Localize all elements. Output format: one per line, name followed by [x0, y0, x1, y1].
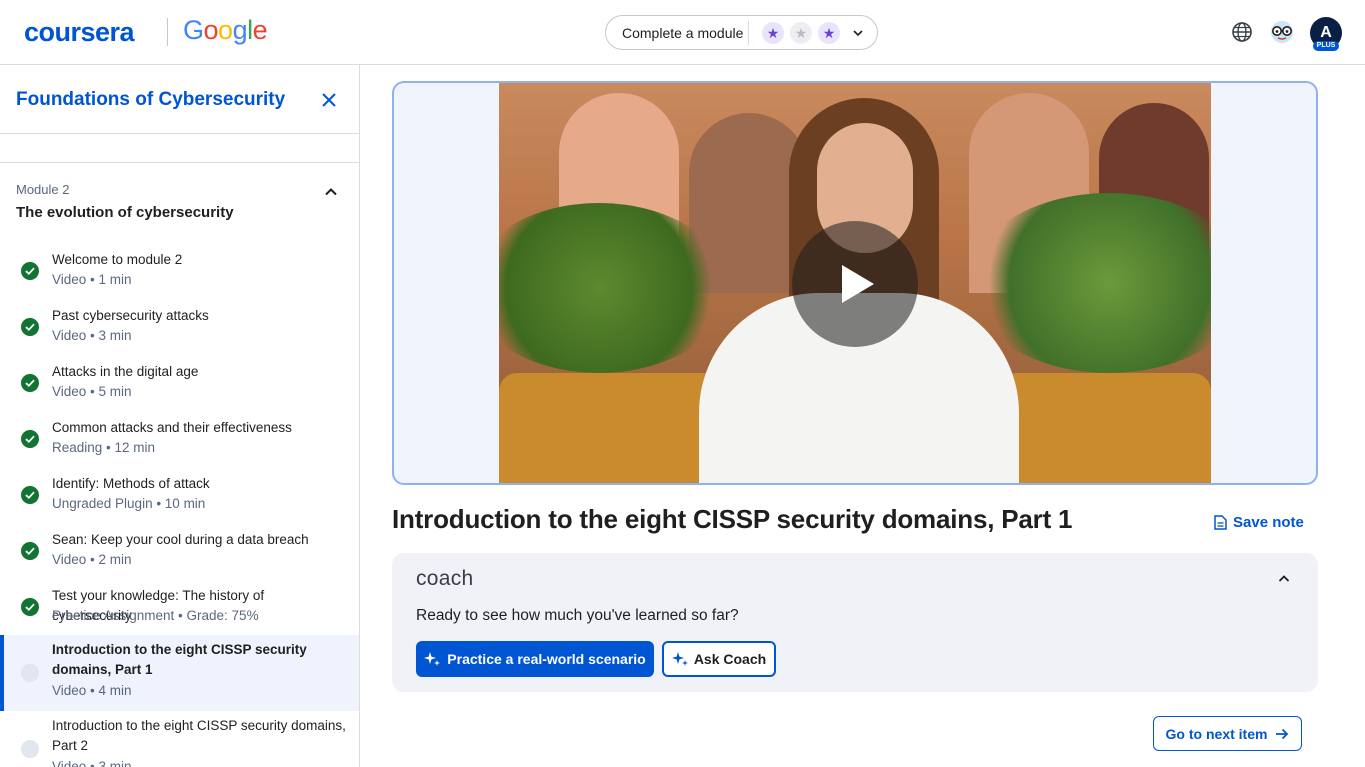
- page-title: Introduction to the eight CISSP security…: [392, 504, 1073, 534]
- incomplete-circle-icon: [21, 664, 39, 682]
- next-item-button[interactable]: Go to next item: [1153, 716, 1302, 751]
- logo-divider: [167, 18, 168, 46]
- sidebar-item[interactable]: Introduction to the eight CISSP security…: [0, 635, 359, 711]
- arrow-right-icon: [1276, 728, 1289, 739]
- google-logo-letter: o: [218, 15, 233, 45]
- coach-prompt: Ready to see how much you've learned so …: [416, 607, 739, 624]
- save-note-label: Save note: [1233, 513, 1304, 531]
- chevron-up-icon[interactable]: [1276, 571, 1292, 587]
- goal-label: Complete a module: [622, 25, 744, 41]
- practice-scenario-button[interactable]: Practice a real-world scenario: [416, 641, 654, 677]
- learning-goal-pill[interactable]: Complete a module ★ ★ ★: [605, 15, 878, 50]
- check-circle-icon: [21, 262, 39, 280]
- module-label: Module 2: [16, 182, 70, 197]
- sparkle-icon: [424, 652, 441, 666]
- ask-coach-label: Ask Coach: [693, 651, 767, 667]
- check-circle-icon: [21, 542, 39, 560]
- sidebar-item[interactable]: Test your knowledge: The history of cybe…: [0, 581, 359, 635]
- module-name: The evolution of cybersecurity: [16, 204, 234, 221]
- sidebar-item-title: Attacks in the digital age: [52, 364, 199, 379]
- google-logo-letter: G: [183, 15, 204, 45]
- practice-scenario-label: Practice a real-world scenario: [447, 651, 646, 667]
- ask-coach-button[interactable]: Ask Coach: [662, 641, 776, 677]
- sidebar-item-title: Welcome to module 2: [52, 252, 183, 267]
- star-icon: ★: [818, 22, 840, 44]
- star-icon: ★: [790, 22, 812, 44]
- sidebar-item-title: Past cybersecurity attacks: [52, 308, 209, 323]
- sidebar-item[interactable]: Attacks in the digital age Video • 5 min: [0, 357, 359, 413]
- course-title[interactable]: Foundations of Cybersecurity: [16, 89, 285, 111]
- google-logo-letter: g: [232, 15, 248, 45]
- check-circle-icon: [21, 430, 39, 448]
- globe-icon[interactable]: [1230, 20, 1254, 44]
- sidebar-item[interactable]: Welcome to module 2 Video • 1 min: [0, 245, 359, 301]
- sidebar-item-meta: Reading • 12 min: [52, 440, 156, 455]
- sidebar-item-title: Sean: Keep your cool during a data breac…: [52, 532, 309, 547]
- course-outline-sidebar: Foundations of Cybersecurity Module 2 Th…: [0, 65, 360, 767]
- star-icon: ★: [762, 22, 784, 44]
- background-sofa: [499, 373, 729, 483]
- video-player[interactable]: [392, 81, 1318, 485]
- save-note-button[interactable]: Save note: [1214, 512, 1304, 532]
- goal-divider: [748, 21, 749, 45]
- sidebar-item-meta: Video • 4 min: [52, 683, 132, 698]
- google-logo-letter: e: [252, 15, 268, 45]
- next-item-label: Go to next item: [1165, 725, 1268, 742]
- background-sofa: [999, 373, 1211, 483]
- check-circle-icon: [21, 598, 39, 616]
- play-button[interactable]: [792, 221, 918, 347]
- sidebar-item-title: Common attacks and their effectiveness: [52, 420, 292, 435]
- sidebar-item[interactable]: Introduction to the eight CISSP security…: [0, 711, 359, 767]
- coursera-logo[interactable]: coursera: [24, 17, 135, 48]
- divider: [0, 162, 359, 163]
- divider: [0, 133, 359, 134]
- check-circle-icon: [21, 374, 39, 392]
- incomplete-circle-icon: [21, 740, 39, 758]
- avatar-initial: A: [1320, 24, 1332, 41]
- top-bar: coursera Google Complete a module ★ ★ ★ …: [0, 0, 1365, 65]
- sidebar-item-meta: Video • 3 min: [52, 328, 132, 343]
- video-frame-image[interactable]: [499, 83, 1211, 483]
- sidebar-item-meta: Ungraded Plugin • 10 min: [52, 496, 206, 511]
- coach-panel: coach Ready to see how much you've learn…: [392, 553, 1318, 692]
- close-icon[interactable]: [318, 89, 340, 111]
- sparkle-icon: [671, 652, 688, 666]
- sidebar-item[interactable]: Sean: Keep your cool during a data breac…: [0, 525, 359, 581]
- sidebar-item-meta: Video • 1 min: [52, 272, 132, 287]
- chevron-down-icon: [853, 30, 863, 37]
- sidebar-item[interactable]: Identify: Methods of attack Ungraded Plug…: [0, 469, 359, 525]
- sidebar-item-meta: Video • 3 min: [52, 759, 132, 767]
- play-icon: [842, 265, 874, 303]
- check-circle-icon: [21, 486, 39, 504]
- sidebar-item[interactable]: Past cybersecurity attacks Video • 3 min: [0, 301, 359, 357]
- sidebar-item[interactable]: Common attacks and their effectiveness Re…: [0, 413, 359, 469]
- note-icon: [1214, 514, 1227, 530]
- sidebar-item-title: Introduction to the eight CISSP security…: [52, 642, 307, 677]
- plus-badge: PLUS: [1313, 41, 1339, 51]
- sidebar-item-meta: Video • 5 min: [52, 384, 132, 399]
- google-logo-letter: o: [203, 15, 219, 45]
- coach-logo: coach: [416, 567, 474, 590]
- sidebar-item-meta: Video • 2 min: [52, 552, 132, 567]
- sidebar-item-title: Identify: Methods of attack: [52, 476, 210, 491]
- coach-glasses-icon[interactable]: [1269, 20, 1295, 44]
- check-circle-icon: [21, 318, 39, 336]
- google-logo[interactable]: Google: [183, 15, 268, 46]
- sidebar-item-title: Introduction to the eight CISSP security…: [52, 718, 346, 753]
- sidebar-item-meta: Practice Assignment • Grade: 75%: [52, 608, 259, 623]
- chevron-up-icon[interactable]: [322, 183, 340, 201]
